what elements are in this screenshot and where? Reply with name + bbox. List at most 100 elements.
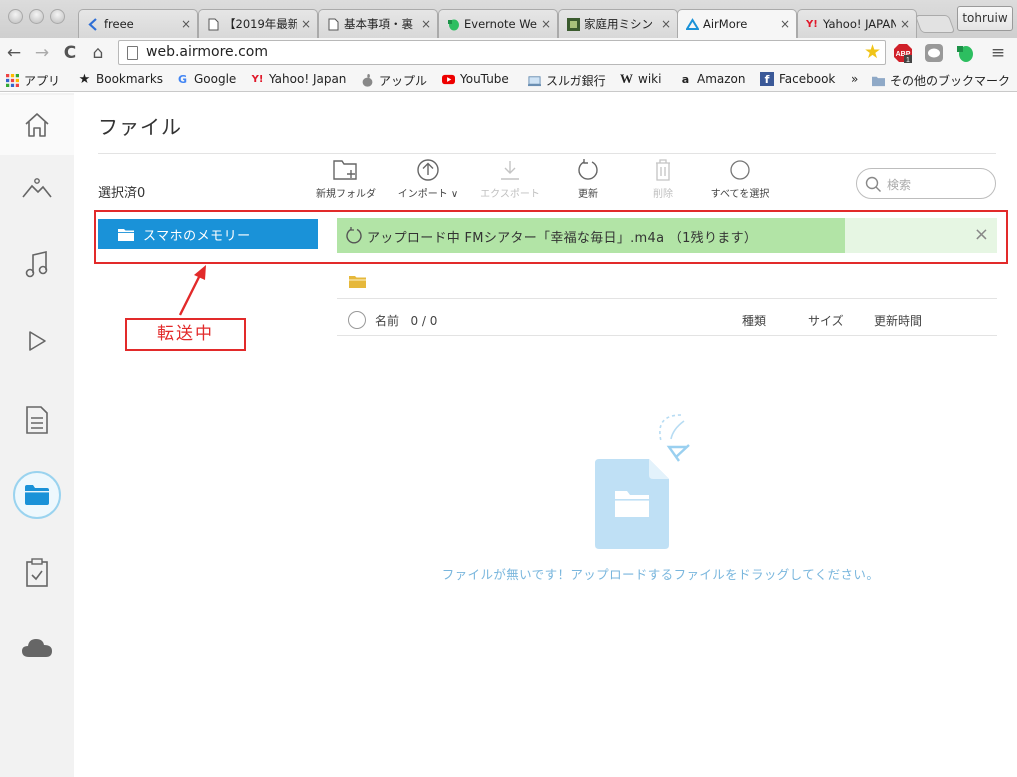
wikipedia-icon: W — [620, 71, 633, 86]
tab-close-icon[interactable]: × — [421, 17, 431, 31]
select-all-checkbox[interactable] — [348, 311, 366, 329]
tab-close-icon[interactable]: × — [661, 17, 671, 31]
tool-label: 新規フォルダ — [316, 189, 376, 200]
sidebar-item-files[interactable] — [0, 465, 74, 525]
new-tab-button[interactable] — [914, 15, 956, 33]
browser-tab-yahoo[interactable]: Y! Yahoo! JAPAN × — [797, 9, 917, 38]
browser-tab-evernote[interactable]: Evernote Wel × — [438, 9, 558, 38]
browser-tab-article[interactable]: 【2019年最新 × — [198, 9, 318, 38]
evernote-extension-icon[interactable] — [955, 43, 975, 63]
phone-memory-label: スマホのメモリー — [143, 228, 251, 244]
empty-state-message: ファイルが無いです！アップロードするファイルをドラッグしてください。 — [441, 567, 880, 582]
close-icon[interactable]: × — [974, 225, 989, 245]
browser-tab-basics[interactable]: 基本事項・裏 × — [318, 9, 438, 38]
import-button[interactable]: インポート ∨ — [388, 159, 468, 200]
tab-close-icon[interactable]: × — [780, 17, 790, 31]
tab-title: 基本事項・裏 — [344, 17, 413, 31]
sidebar-item-home[interactable] — [0, 95, 74, 155]
bookmark-star-icon[interactable]: ★ — [864, 41, 881, 63]
select-all-button[interactable]: すべてを選択 — [700, 159, 780, 200]
search-input[interactable]: 検索 — [856, 168, 996, 199]
star-icon: ★ — [78, 71, 91, 87]
folder-icon[interactable] — [349, 275, 366, 288]
sidebar-item-cloud[interactable] — [0, 618, 74, 678]
spinner-icon — [346, 227, 362, 244]
tool-label: すべてを選択 — [710, 189, 770, 200]
tab-title: AirMore — [703, 17, 748, 31]
refresh-button[interactable]: 更新 — [548, 159, 628, 200]
phone-memory-button[interactable]: スマホのメモリー — [98, 219, 318, 249]
tab-close-icon[interactable]: × — [181, 17, 191, 31]
new-folder-button[interactable]: 新規フォルダ — [306, 159, 386, 200]
download-icon — [501, 161, 519, 180]
column-header-updated[interactable]: 更新時間 — [874, 312, 922, 329]
bookmark-wiki[interactable]: W wiki — [620, 71, 661, 86]
delete-button[interactable]: 削除 — [623, 159, 703, 200]
bookmark-yahoo[interactable]: Y! Yahoo! Japan — [251, 72, 347, 86]
export-button[interactable]: エクスポート — [470, 159, 550, 200]
app-sidebar — [0, 93, 74, 777]
trash-icon — [656, 159, 670, 181]
sidebar-item-videos[interactable] — [0, 311, 74, 371]
bookmark-label: その他のブックマーク — [890, 74, 1011, 88]
browser-toolbar: ← → C ⌂ web.airmore.com ★ ABP 1 ≡ — [0, 38, 1017, 68]
bookmarks-overflow-button[interactable]: » — [851, 72, 858, 86]
window-zoom-button[interactable] — [50, 9, 65, 24]
tab-close-icon[interactable]: × — [301, 17, 311, 31]
column-header-type[interactable]: 種類 — [742, 312, 766, 329]
bookmark-google[interactable]: G Google — [176, 72, 236, 86]
address-bar[interactable]: web.airmore.com ★ — [118, 40, 886, 65]
forward-button[interactable]: → — [32, 42, 52, 64]
search-icon — [865, 176, 881, 192]
bookmark-youtube[interactable]: YouTube — [442, 72, 509, 86]
window-minimize-button[interactable] — [29, 9, 44, 24]
search-placeholder: 検索 — [887, 178, 912, 192]
sidebar-item-photos[interactable] — [0, 158, 74, 218]
bookmark-amazon[interactable]: a Amazon — [679, 72, 746, 86]
bookmark-facebook[interactable]: f Facebook — [760, 72, 835, 86]
apple-icon — [362, 74, 373, 87]
adblock-plus-icon[interactable]: ABP 1 — [893, 43, 913, 63]
abp-count: 1 — [906, 57, 910, 63]
folder-icon — [25, 485, 49, 505]
browser-tab-freee[interactable]: freee × — [78, 9, 198, 38]
bookmark-bookmarks[interactable]: ★ Bookmarks — [78, 71, 163, 87]
bookmark-label: アップル — [379, 74, 428, 88]
page-icon — [208, 18, 219, 30]
bookmark-label: Yahoo! Japan — [269, 72, 347, 86]
tool-label: 更新 — [578, 189, 598, 200]
reload-button[interactable]: C — [60, 42, 80, 64]
column-header-name[interactable]: 名前 0 / 0 — [375, 312, 437, 329]
bookmark-label: Amazon — [697, 72, 746, 86]
sidebar-item-clipboard[interactable] — [0, 543, 74, 603]
selected-count: 選択済0 — [98, 186, 146, 201]
home-icon — [25, 113, 49, 137]
tab-title: Yahoo! JAPAN — [823, 17, 896, 31]
divider — [98, 153, 996, 154]
home-button[interactable]: ⌂ — [88, 42, 108, 64]
tab-close-icon[interactable]: × — [541, 17, 551, 31]
document-icon — [26, 406, 48, 434]
line-extension-icon[interactable] — [924, 43, 944, 63]
folder-icon — [118, 228, 134, 241]
yahoo-icon: Y! — [806, 18, 818, 30]
window-close-button[interactable] — [8, 9, 23, 24]
other-bookmarks-folder[interactable]: その他のブックマーク — [872, 72, 1010, 89]
bookmark-suruga-bank[interactable]: スルガ銀行 — [528, 72, 606, 89]
column-header-size[interactable]: サイズ — [808, 312, 844, 329]
bookmark-apps[interactable]: アプリ — [6, 72, 60, 89]
tab-close-icon[interactable]: × — [900, 17, 910, 31]
bookmark-apple[interactable]: アップル — [361, 72, 427, 89]
sidebar-item-documents[interactable] — [0, 390, 74, 450]
apps-grid-icon — [6, 74, 19, 87]
profile-button[interactable]: tohruiw — [957, 6, 1013, 31]
sidebar-item-music[interactable] — [0, 235, 74, 295]
browser-tab-airmore[interactable]: AirMore × — [677, 9, 797, 38]
cloud-icon — [22, 639, 52, 657]
chrome-menu-icon[interactable]: ≡ — [988, 42, 1008, 64]
tab-title: 【2019年最新 — [224, 17, 297, 31]
page-title: ファイル — [98, 115, 182, 139]
back-button[interactable]: ← — [4, 42, 24, 64]
divider — [337, 298, 997, 299]
browser-tab-sewing[interactable]: 家庭用ミシン × — [558, 9, 678, 38]
